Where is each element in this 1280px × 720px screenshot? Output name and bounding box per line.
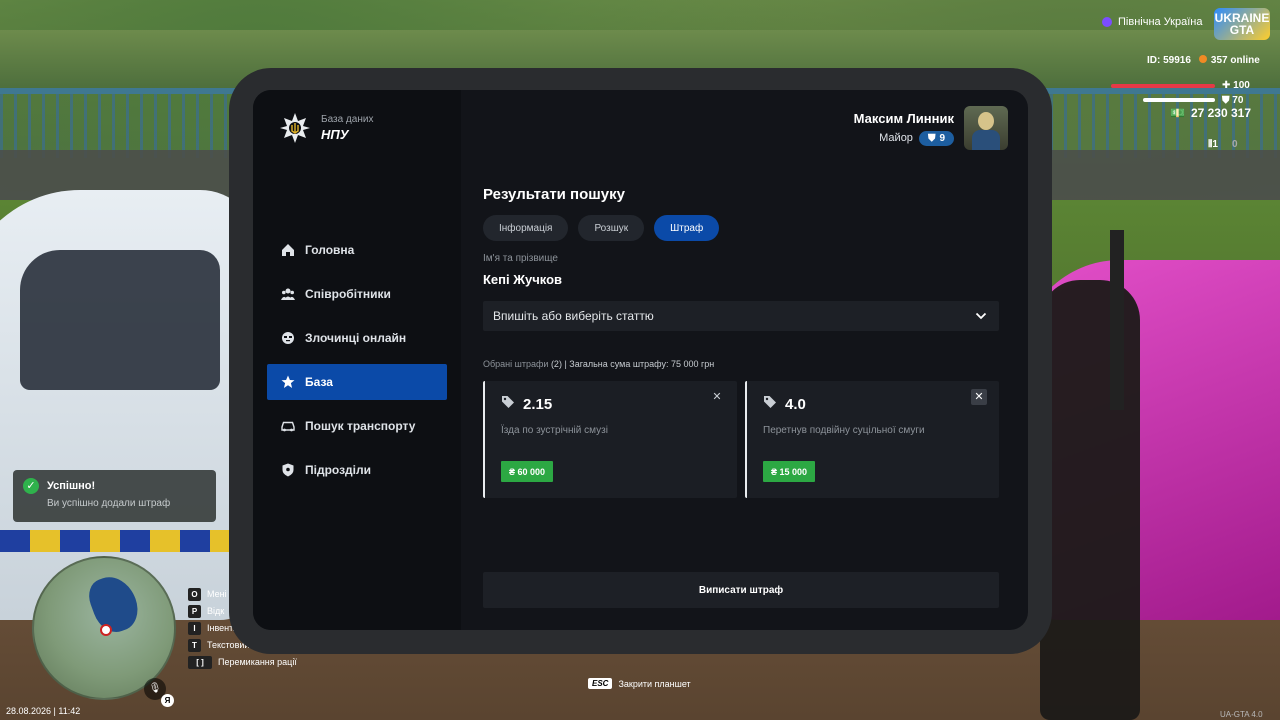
police-car [0, 190, 260, 620]
chevron-down-icon [975, 309, 987, 323]
tag-icon [501, 395, 515, 413]
toast-title: Успішно! [47, 480, 96, 492]
remove-fine-close-icon[interactable]: ✕ [709, 389, 725, 405]
ammo-display: ⦀1 0 [1208, 139, 1238, 150]
fine-card: 4.0 Перетнув подвійну суцільної смуги ₴ … [745, 381, 999, 498]
name-label: Ім'я та прізвище [483, 253, 558, 264]
police-car-window [20, 250, 220, 390]
online-count: 357 online [1198, 55, 1260, 66]
server-logo-text: UKRAINE GTA [1214, 11, 1270, 37]
voice-badge: Я [161, 694, 174, 707]
tab-wanted[interactable]: Розшук [578, 215, 645, 241]
remove-fine-close-icon[interactable]: ✕ [971, 389, 987, 405]
sidebar-item-employees[interactable]: Співробітники [267, 276, 447, 312]
ammo-clip: ⦀1 [1208, 139, 1218, 150]
user-name: Максим Линник [853, 110, 954, 126]
player-id: ID: 59916 [1147, 55, 1191, 66]
fines-summary: Обрані штрафи (2) | Загальна сума штрафу… [483, 359, 1003, 369]
ammo-total: 0 [1231, 139, 1238, 150]
sidebar-item-database[interactable]: База [267, 364, 447, 400]
page-title: Результати пошуку [483, 186, 625, 203]
sidebar-item-label: База [305, 375, 333, 389]
check-icon: ✓ [23, 478, 39, 494]
summary-prefix: Обрані штрафи [483, 359, 549, 369]
fine-description: Перетнув подвійну суцільної смуги [763, 425, 925, 436]
car-icon [281, 419, 295, 433]
minimap-lake [83, 570, 145, 638]
police-car-stripe [0, 530, 260, 552]
success-toast: ✓ Успішно! Ви успішно додали штраф [13, 470, 216, 522]
datetime: 28.08.2026 | 11:42 [6, 706, 81, 716]
badge-icon: ⛊ [927, 132, 936, 144]
article-select-placeholder: Впишіть або виберіть статтю [493, 309, 654, 323]
police-star-icon [279, 112, 311, 144]
shield-icon [281, 463, 295, 477]
esc-hint-label: Закрити планшет [618, 678, 691, 689]
sidebar: База даних НПУ Головна Співробітники Зло… [253, 90, 461, 630]
fine-price: ₴ 60 000 [501, 461, 554, 482]
money-display: 💵 27 230 317 [1170, 106, 1251, 120]
online-icon [1198, 55, 1207, 63]
background-pole [1110, 230, 1124, 410]
tab-fine[interactable]: Штраф [654, 215, 720, 241]
brand-subtitle: База даних [321, 114, 374, 125]
star-icon [281, 375, 295, 389]
users-icon [281, 287, 295, 301]
player-id-line: ID: 59916 357 online [1147, 55, 1260, 66]
tab-info[interactable]: Інформація [483, 215, 569, 241]
fine-price: ₴ 15 000 [763, 461, 816, 482]
police-tablet: База даних НПУ Головна Співробітники Зло… [229, 68, 1052, 654]
esc-key: ESC [588, 678, 613, 689]
region-indicator: Північна Україна [1102, 16, 1202, 28]
user-rank: Майор [879, 132, 913, 144]
hotkey-item: [ ] Перемикання рації [188, 655, 297, 669]
user-profile: Максим Линник Майор ⛊ 9 [854, 106, 1008, 150]
brand-title: НПУ [321, 127, 349, 142]
armor-bar [1143, 98, 1215, 102]
armor-value: ⛊ 70 [1222, 95, 1244, 106]
search-results: Результати пошуку Інформація Розшук Штра… [483, 186, 1003, 498]
suspect-name: Кепі Жучков [483, 272, 563, 287]
sidebar-item-label: Співробітники [305, 287, 391, 301]
fine-card: 2.15 Їзда по зустрічній смузі ₴ 60 000 ✕ [483, 381, 737, 498]
avatar [964, 106, 1008, 150]
region-icon [1102, 17, 1112, 27]
fine-code: 4.0 [785, 395, 806, 413]
tag-icon [763, 395, 777, 413]
fine-description: Їзда по зустрічній смузі [501, 425, 608, 436]
player-marker-icon [100, 624, 112, 636]
sidebar-item-label: Головна [305, 243, 355, 257]
user-level-badge: ⛊ 9 [918, 130, 954, 146]
home-icon [281, 243, 295, 257]
sidebar-item-label: Пошук транспорту [305, 419, 416, 433]
result-tabs: Інформація Розшук Штраф [483, 215, 1003, 241]
money-value: 27 230 317 [1190, 106, 1252, 120]
health-value: ✚ 100 [1222, 80, 1250, 91]
tablet-screen: База даних НПУ Головна Співробітники Зло… [253, 90, 1028, 630]
fines-list: 2.15 Їзда по зустрічній смузі ₴ 60 000 ✕… [483, 381, 1003, 498]
sidebar-item-vehicle-search[interactable]: Пошук транспорту [267, 408, 447, 444]
health-bar [1111, 84, 1215, 88]
fine-code: 2.15 [523, 395, 553, 413]
sidebar-nav: Головна Співробітники Злочинці онлайн Ба… [267, 232, 447, 496]
toast-message: Ви успішно додали штраф [47, 498, 171, 509]
esc-hint: ESC Закрити планшет [588, 678, 691, 689]
summary-total: | Загальна сума штрафу: 75 000 грн [564, 359, 715, 369]
player-character [1040, 280, 1140, 720]
server-logo: UKRAINE GTA [1214, 8, 1270, 40]
sidebar-item-label: Підрозділи [305, 463, 371, 477]
sidebar-item-home[interactable]: Головна [267, 232, 447, 268]
brand: База даних НПУ [279, 112, 373, 144]
money-icon: 💵 [1170, 106, 1185, 120]
issue-fine-button[interactable]: Виписати штраф [483, 572, 999, 608]
article-select[interactable]: Впишіть або виберіть статтю [483, 301, 999, 331]
version-label: UA-GTA 4.0 [1220, 710, 1263, 719]
sidebar-item-criminals[interactable]: Злочинці онлайн [267, 320, 447, 356]
summary-count: (2) [550, 359, 562, 369]
mask-icon [281, 331, 295, 345]
sidebar-item-label: Злочинці онлайн [305, 331, 407, 345]
region-name: Північна Україна [1118, 16, 1203, 28]
sidebar-item-units[interactable]: Підрозділи [267, 452, 447, 488]
